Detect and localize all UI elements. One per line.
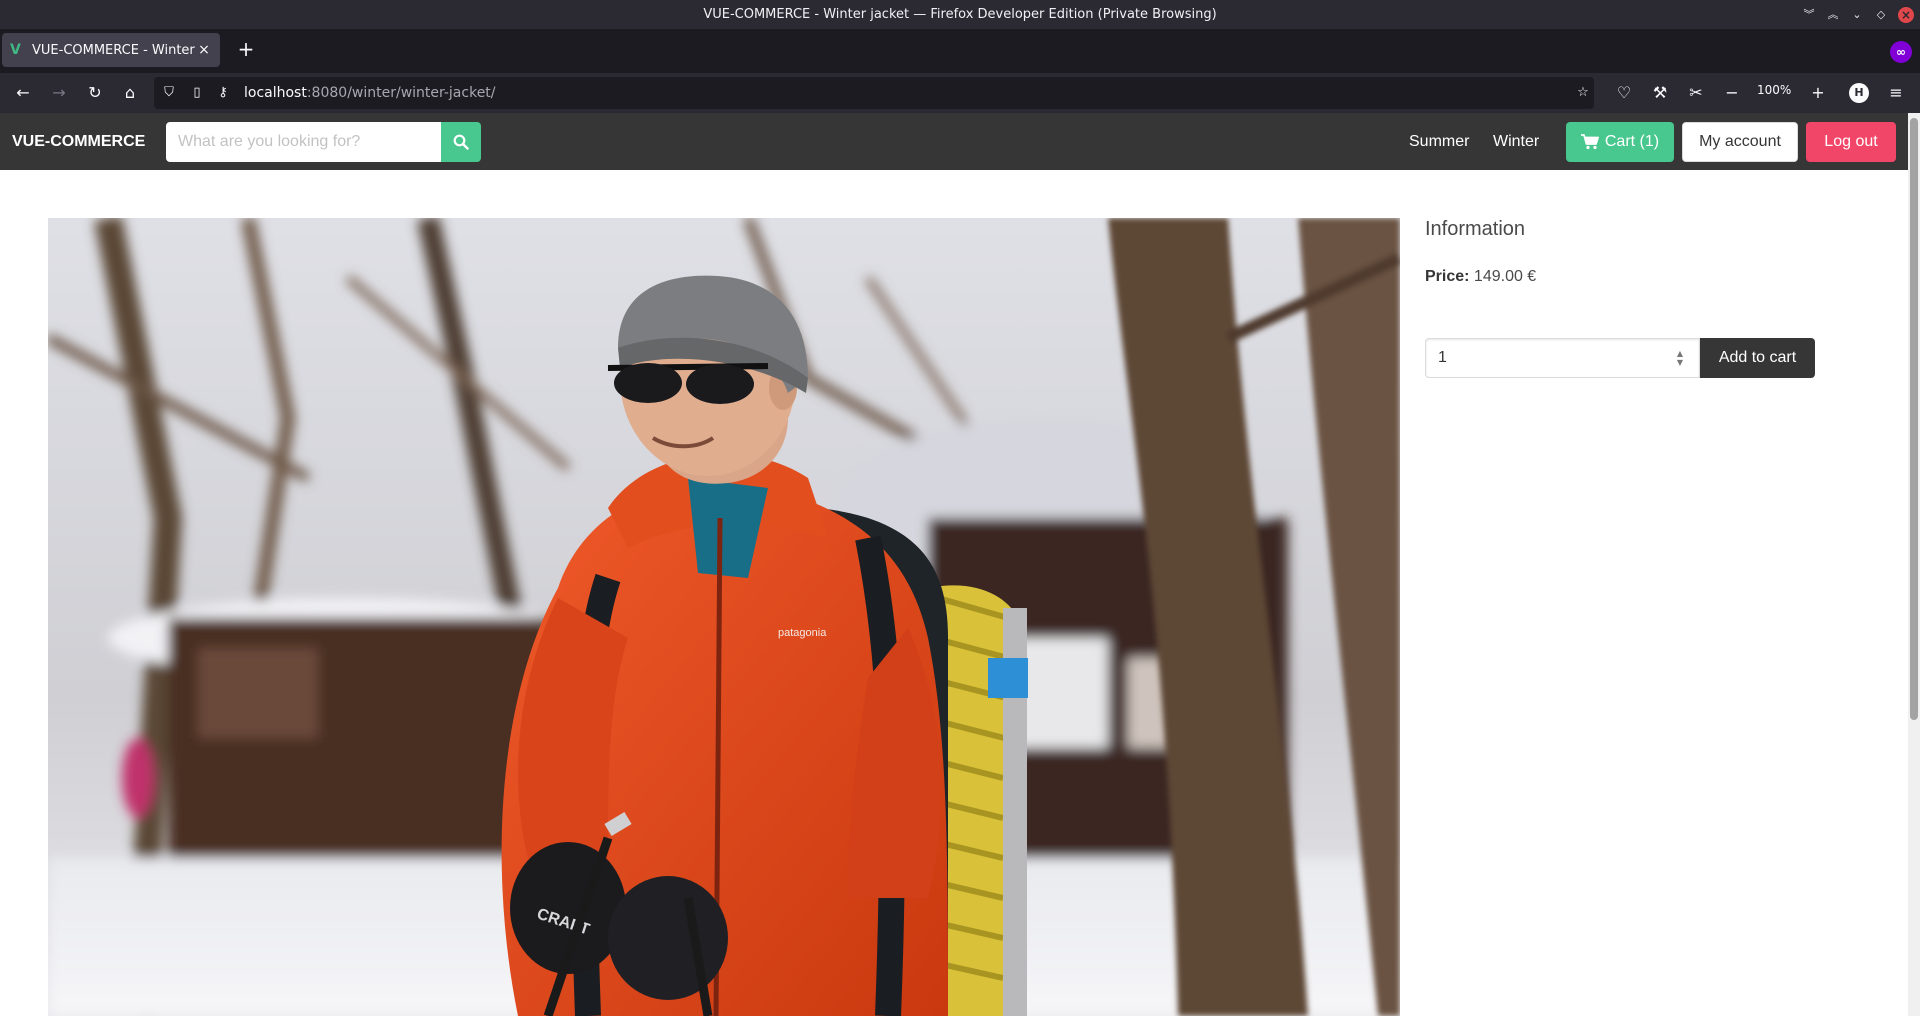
url-host: localhost [244, 85, 307, 101]
cart-label: Cart (1) [1604, 133, 1660, 150]
key-icon[interactable]: ⚷ [212, 81, 234, 105]
menu-icon[interactable]: ≡ [1884, 81, 1908, 105]
forward-icon[interactable]: → [47, 81, 71, 105]
search-button[interactable] [441, 122, 481, 162]
window-titlebar: VUE-COMMERCE - Winter jacket — Firefox D… [0, 0, 1920, 29]
site-logo[interactable]: VUE-COMMERCE [12, 113, 145, 170]
browser-toolbar: ← → ↻ ⌂ ⛉ ▯ ⚷ localhost:8080/winter/wint… [0, 73, 1920, 113]
new-tab-button[interactable]: + [236, 39, 256, 59]
tab-close-icon[interactable]: × [196, 42, 212, 58]
zoom-out-icon[interactable]: − [1720, 81, 1744, 105]
quantity-stepper-icon[interactable]: ▲ ▼ [1673, 349, 1687, 367]
private-browsing-icon: ∞ [1890, 41, 1912, 63]
my-account-label: My account [1699, 133, 1781, 150]
pocket-icon[interactable]: ♡ [1612, 81, 1636, 105]
profile-avatar[interactable]: H [1849, 83, 1869, 103]
search-input[interactable] [166, 122, 441, 162]
site-header: VUE-COMMERCE Summer Winter Cart (1) My a… [0, 113, 1908, 170]
url-path: :8080/winter/winter-jacket/ [306, 85, 496, 101]
maximize-icon[interactable]: ︽ [1826, 8, 1840, 22]
bookmark-star-icon[interactable]: ☆ [1572, 81, 1594, 105]
tab-strip: V VUE-COMMERCE - Winter jacket × + ∞ [0, 29, 1920, 73]
url-bar[interactable]: ⛉ ▯ ⚷ localhost:8080/winter/winter-jacke… [154, 77, 1594, 109]
my-account-button[interactable]: My account [1682, 122, 1798, 162]
cart-button[interactable]: Cart (1) [1566, 122, 1674, 162]
wrench-icon[interactable]: ⚒ [1648, 81, 1672, 105]
price-label: Price: [1425, 268, 1470, 285]
zoom-level[interactable]: 100% [1757, 83, 1791, 97]
tab-title: VUE-COMMERCE - Winter jacket [32, 42, 196, 58]
back-icon[interactable]: ← [11, 81, 35, 105]
add-to-cart-button[interactable]: Add to cart [1700, 338, 1815, 378]
logout-label: Log out [1824, 133, 1878, 150]
url-text[interactable]: localhost:8080/winter/winter-jacket/ [244, 77, 496, 109]
add-to-cart-label: Add to cart [1718, 349, 1797, 366]
price-value: 149.00 € [1473, 268, 1537, 285]
nav-winter[interactable]: Winter [1493, 113, 1539, 170]
window-controls: ︾ ︽ ⌄ ◇ × [1802, 0, 1914, 29]
page-scrollbar-thumb[interactable] [1910, 118, 1918, 720]
product-image: patagonia CRAFT [48, 218, 1400, 1016]
vue-favicon-icon: V [10, 42, 21, 58]
window-title: VUE-COMMERCE - Winter jacket — Firefox D… [703, 7, 1217, 22]
nav-summer[interactable]: Summer [1409, 113, 1469, 170]
tab-active[interactable]: V VUE-COMMERCE - Winter jacket × [2, 33, 220, 67]
close-window-icon[interactable]: × [1898, 6, 1914, 23]
reload-icon[interactable]: ↻ [83, 81, 107, 105]
minimize-icon[interactable]: ︾ [1802, 8, 1816, 22]
price-line: Price: 149.00 € [1425, 268, 1536, 286]
search-icon [453, 134, 469, 150]
diamond-icon[interactable]: ◇ [1874, 8, 1888, 22]
cart-icon [1580, 134, 1599, 150]
jacket-brand-label: patagonia [778, 627, 827, 639]
chevron-down-icon[interactable]: ⌄ [1850, 8, 1864, 22]
quantity-input[interactable] [1425, 338, 1700, 378]
information-heading: Information [1425, 218, 1526, 240]
shield-icon[interactable]: ⛉ [158, 81, 180, 105]
zoom-in-icon[interactable]: + [1806, 81, 1830, 105]
screenshot-icon[interactable]: ✂ [1684, 81, 1708, 105]
page-icon[interactable]: ▯ [186, 81, 208, 105]
logout-button[interactable]: Log out [1806, 122, 1896, 162]
home-icon[interactable]: ⌂ [118, 81, 142, 105]
